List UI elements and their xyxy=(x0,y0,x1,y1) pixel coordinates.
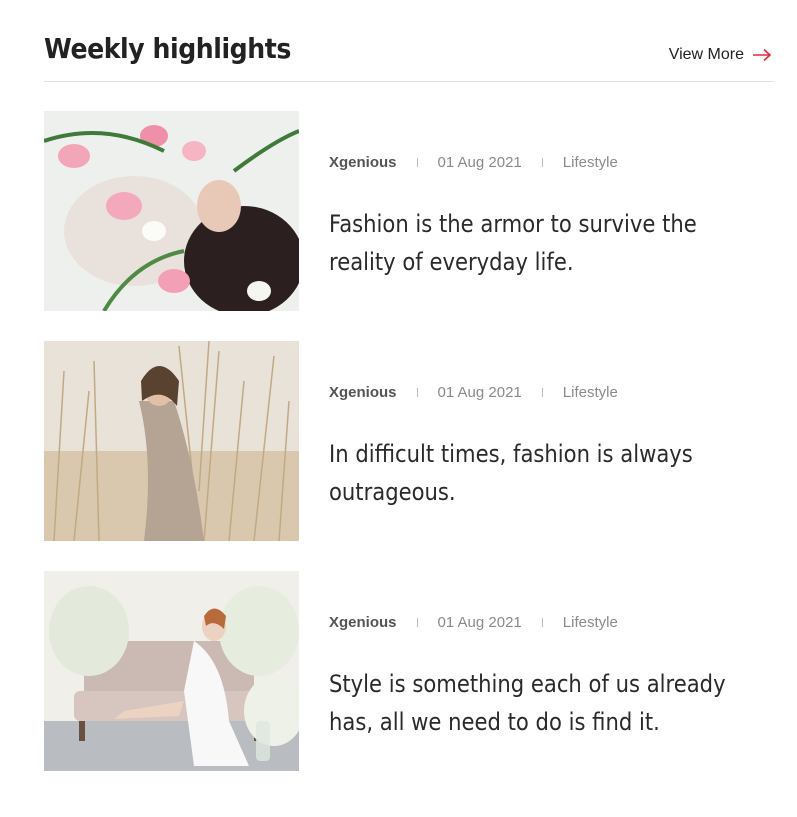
post-meta: Xgenious 01 Aug 2021 Lifestyle xyxy=(329,384,618,401)
post-category[interactable]: Lifestyle xyxy=(563,154,618,171)
post-thumbnail[interactable] xyxy=(44,111,299,311)
post-category[interactable]: Lifestyle xyxy=(563,614,618,631)
post-thumbnail[interactable] xyxy=(44,341,299,541)
woman-in-dry-grass-field-photo xyxy=(44,341,299,541)
post-item: Xgenious 01 Aug 2021 Lifestyle Fashion i… xyxy=(44,111,774,311)
post-author[interactable]: Xgenious xyxy=(329,614,397,631)
post-author[interactable]: Xgenious xyxy=(329,384,397,401)
post-meta: Xgenious 01 Aug 2021 Lifestyle xyxy=(329,614,618,631)
meta-divider xyxy=(541,388,543,397)
post-thumbnail[interactable] xyxy=(44,571,299,771)
post-title[interactable]: Style is something each of us already ha… xyxy=(329,665,769,741)
meta-divider xyxy=(541,158,543,167)
meta-divider xyxy=(416,618,418,627)
post-list: Xgenious 01 Aug 2021 Lifestyle Fashion i… xyxy=(44,111,774,801)
meta-divider xyxy=(416,158,418,167)
post-item: Xgenious 01 Aug 2021 Lifestyle In diffic… xyxy=(44,341,774,541)
post-title[interactable]: Fashion is the armor to survive the real… xyxy=(329,205,769,281)
post-date: 01 Aug 2021 xyxy=(437,384,522,401)
post-content: Xgenious 01 Aug 2021 Lifestyle Fashion i… xyxy=(329,111,774,311)
woman-on-sofa-with-white-flowers-photo xyxy=(44,571,299,771)
woman-with-pink-flowers-photo xyxy=(44,111,299,311)
post-title[interactable]: In difficult times, fashion is always ou… xyxy=(329,435,769,511)
view-more-label: View More xyxy=(668,46,744,63)
post-category[interactable]: Lifestyle xyxy=(563,384,618,401)
arrow-right-icon xyxy=(752,48,772,62)
post-date: 01 Aug 2021 xyxy=(437,154,522,171)
meta-divider xyxy=(416,388,418,397)
post-content: Xgenious 01 Aug 2021 Lifestyle In diffic… xyxy=(329,341,774,541)
section-header: Weekly highlights View More xyxy=(44,0,774,82)
post-date: 01 Aug 2021 xyxy=(437,614,522,631)
post-content: Xgenious 01 Aug 2021 Lifestyle Style is … xyxy=(329,571,774,771)
weekly-highlights-section: Weekly highlights View More Xgenious 01 … xyxy=(44,0,774,771)
post-author[interactable]: Xgenious xyxy=(329,154,397,171)
post-meta: Xgenious 01 Aug 2021 Lifestyle xyxy=(329,154,618,171)
meta-divider xyxy=(541,618,543,627)
post-item: Xgenious 01 Aug 2021 Lifestyle Style is … xyxy=(44,571,774,771)
view-more-link[interactable]: View More xyxy=(669,46,772,64)
section-title: Weekly highlights xyxy=(44,32,291,65)
